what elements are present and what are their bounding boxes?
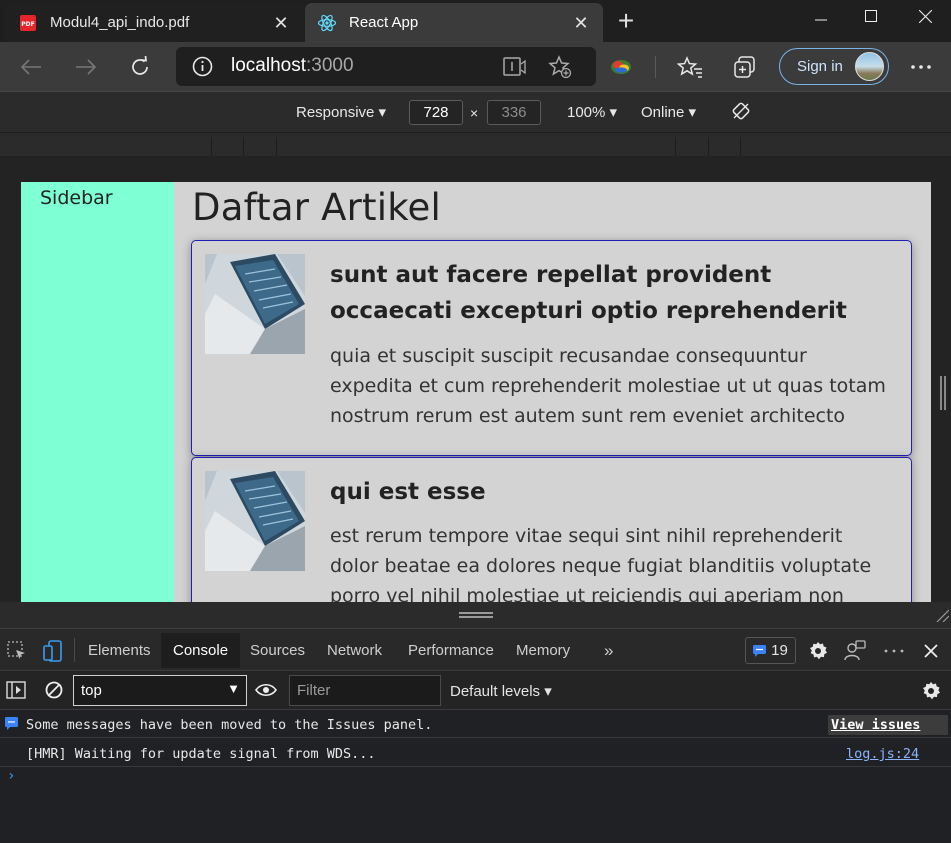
info-message-icon: [5, 717, 18, 730]
console-filter-input[interactable]: Filter: [289, 675, 441, 706]
tab-performance[interactable]: Performance: [408, 633, 494, 668]
close-tab-icon[interactable]: ✕: [571, 13, 591, 33]
rotate-icon[interactable]: [731, 101, 751, 125]
main-content: Daftar Artikel sunt aut facere repellat …: [174, 182, 931, 602]
feedback-icon[interactable]: [843, 639, 867, 663]
device-toolbar: Responsive ▾ 728 × 336 100% ▾ Online ▾: [0, 91, 951, 132]
console-message: [HMR] Waiting for update signal from WDS…: [0, 739, 951, 767]
article-thumbnail: [205, 254, 305, 354]
console-message-text: [HMR] Waiting for update signal from WDS…: [26, 746, 376, 762]
console-prompt-icon[interactable]: ›: [7, 768, 15, 784]
message-icon: [753, 644, 767, 657]
resize-corner-icon[interactable]: [935, 608, 949, 622]
forward-icon[interactable]: [69, 50, 103, 84]
device-toolbar-toggle-icon[interactable]: [41, 639, 65, 663]
tab-sources[interactable]: Sources: [250, 633, 305, 668]
issues-badge[interactable]: 19: [745, 637, 796, 664]
close-window-icon[interactable]: [900, 0, 950, 32]
url-text: localhost:3000: [231, 55, 354, 76]
devtools-tab-bar: Elements Console Sources Network Perform…: [0, 628, 951, 670]
more-options-icon[interactable]: [882, 639, 906, 663]
extension-icon[interactable]: [604, 50, 638, 84]
clear-console-icon[interactable]: [45, 681, 63, 703]
article-card[interactable]: qui est esse est rerum tempore vitae seq…: [191, 457, 912, 602]
chevron-down-icon: ▼: [227, 681, 240, 696]
close-tab-icon[interactable]: ✕: [271, 13, 291, 33]
drag-handle-icon[interactable]: [459, 612, 493, 618]
article-thumbnail: [205, 471, 305, 571]
article-title: sunt aut facere repellat provident occae…: [330, 262, 847, 324]
tab-network[interactable]: Network: [327, 633, 382, 668]
article-card[interactable]: sunt aut facere repellat provident occae…: [191, 240, 912, 456]
minimize-icon[interactable]: [796, 0, 846, 32]
tab-react-app[interactable]: React App ✕: [305, 3, 603, 42]
favorites-icon[interactable]: [673, 50, 707, 84]
sidebar: Sidebar: [21, 182, 174, 602]
throttle-select[interactable]: Online ▾: [641, 103, 696, 121]
tab-elements[interactable]: Elements: [88, 633, 151, 668]
source-link[interactable]: log.js:24: [846, 746, 919, 762]
more-menu-icon[interactable]: [904, 50, 938, 84]
tab-pdf[interactable]: PDF Modul4_api_indo.pdf ✕: [6, 3, 303, 42]
toolbar-divider: [74, 638, 75, 662]
tab-title: Modul4_api_indo.pdf: [50, 14, 190, 31]
console-output: Some messages have been moved to the Iss…: [0, 710, 951, 843]
maximize-icon[interactable]: [846, 0, 896, 32]
viewport-height-input[interactable]: 336: [487, 100, 541, 125]
sidebar-label: Sidebar: [40, 187, 113, 209]
console-toolbar: top ▼ Filter Default levels ▾: [0, 670, 951, 710]
article-title: qui est esse: [330, 479, 486, 505]
sidebar-toggle-icon[interactable]: [6, 681, 26, 703]
collections-icon[interactable]: [728, 50, 762, 84]
more-tabs-icon[interactable]: »: [604, 633, 613, 668]
view-issues-button[interactable]: View issues: [828, 715, 948, 735]
tab-memory[interactable]: Memory: [516, 633, 570, 668]
pdf-icon: PDF: [18, 13, 38, 33]
avatar: [855, 52, 884, 81]
tab-title: React App: [349, 14, 419, 31]
device-mode-select[interactable]: Responsive ▾: [296, 103, 386, 121]
page-title: Daftar Artikel: [192, 186, 441, 229]
address-bar[interactable]: localhost:3000: [176, 47, 596, 86]
close-devtools-icon[interactable]: [919, 639, 943, 663]
settings-gear-icon[interactable]: [806, 639, 830, 663]
read-aloud-icon[interactable]: [503, 56, 527, 83]
svg-text:PDF: PDF: [21, 21, 34, 28]
refresh-icon[interactable]: [123, 50, 157, 84]
article-body: est rerum tempore vitae sequi sint nihil…: [330, 525, 872, 602]
context-select[interactable]: top ▼: [73, 675, 247, 706]
log-levels-select[interactable]: Default levels ▾: [450, 682, 552, 700]
console-message: Some messages have been moved to the Iss…: [0, 710, 951, 738]
back-icon[interactable]: [14, 50, 48, 84]
console-message-text: Some messages have been moved to the Iss…: [26, 717, 433, 733]
article-body: quia et suscipit suscipit recusandae con…: [330, 345, 886, 427]
address-toolbar: localhost:3000 Sign in: [0, 42, 951, 91]
tab-console[interactable]: Console: [161, 633, 241, 668]
new-tab-icon[interactable]: +: [612, 7, 640, 36]
zoom-select[interactable]: 100% ▾: [567, 103, 617, 121]
media-query-ruler: [0, 132, 951, 157]
browser-tab-strip: PDF Modul4_api_indo.pdf ✕ React App ✕ +: [0, 0, 951, 42]
devtools-resize-bar[interactable]: [0, 602, 951, 628]
inspect-element-icon[interactable]: [5, 639, 29, 663]
react-icon: [317, 13, 337, 33]
sign-in-button[interactable]: Sign in: [779, 48, 889, 85]
live-expression-eye-icon[interactable]: [255, 683, 277, 701]
toolbar-divider: [655, 56, 656, 78]
dimension-separator: ×: [470, 105, 479, 121]
viewport-width-input[interactable]: 728: [409, 100, 463, 125]
console-settings-gear-icon[interactable]: [921, 681, 941, 705]
add-favorite-icon[interactable]: [548, 55, 572, 84]
web-page: Sidebar Daftar Artikel sunt aut facere r…: [21, 182, 931, 602]
viewport-resize-handle[interactable]: [940, 376, 946, 410]
info-icon[interactable]: [192, 56, 213, 82]
